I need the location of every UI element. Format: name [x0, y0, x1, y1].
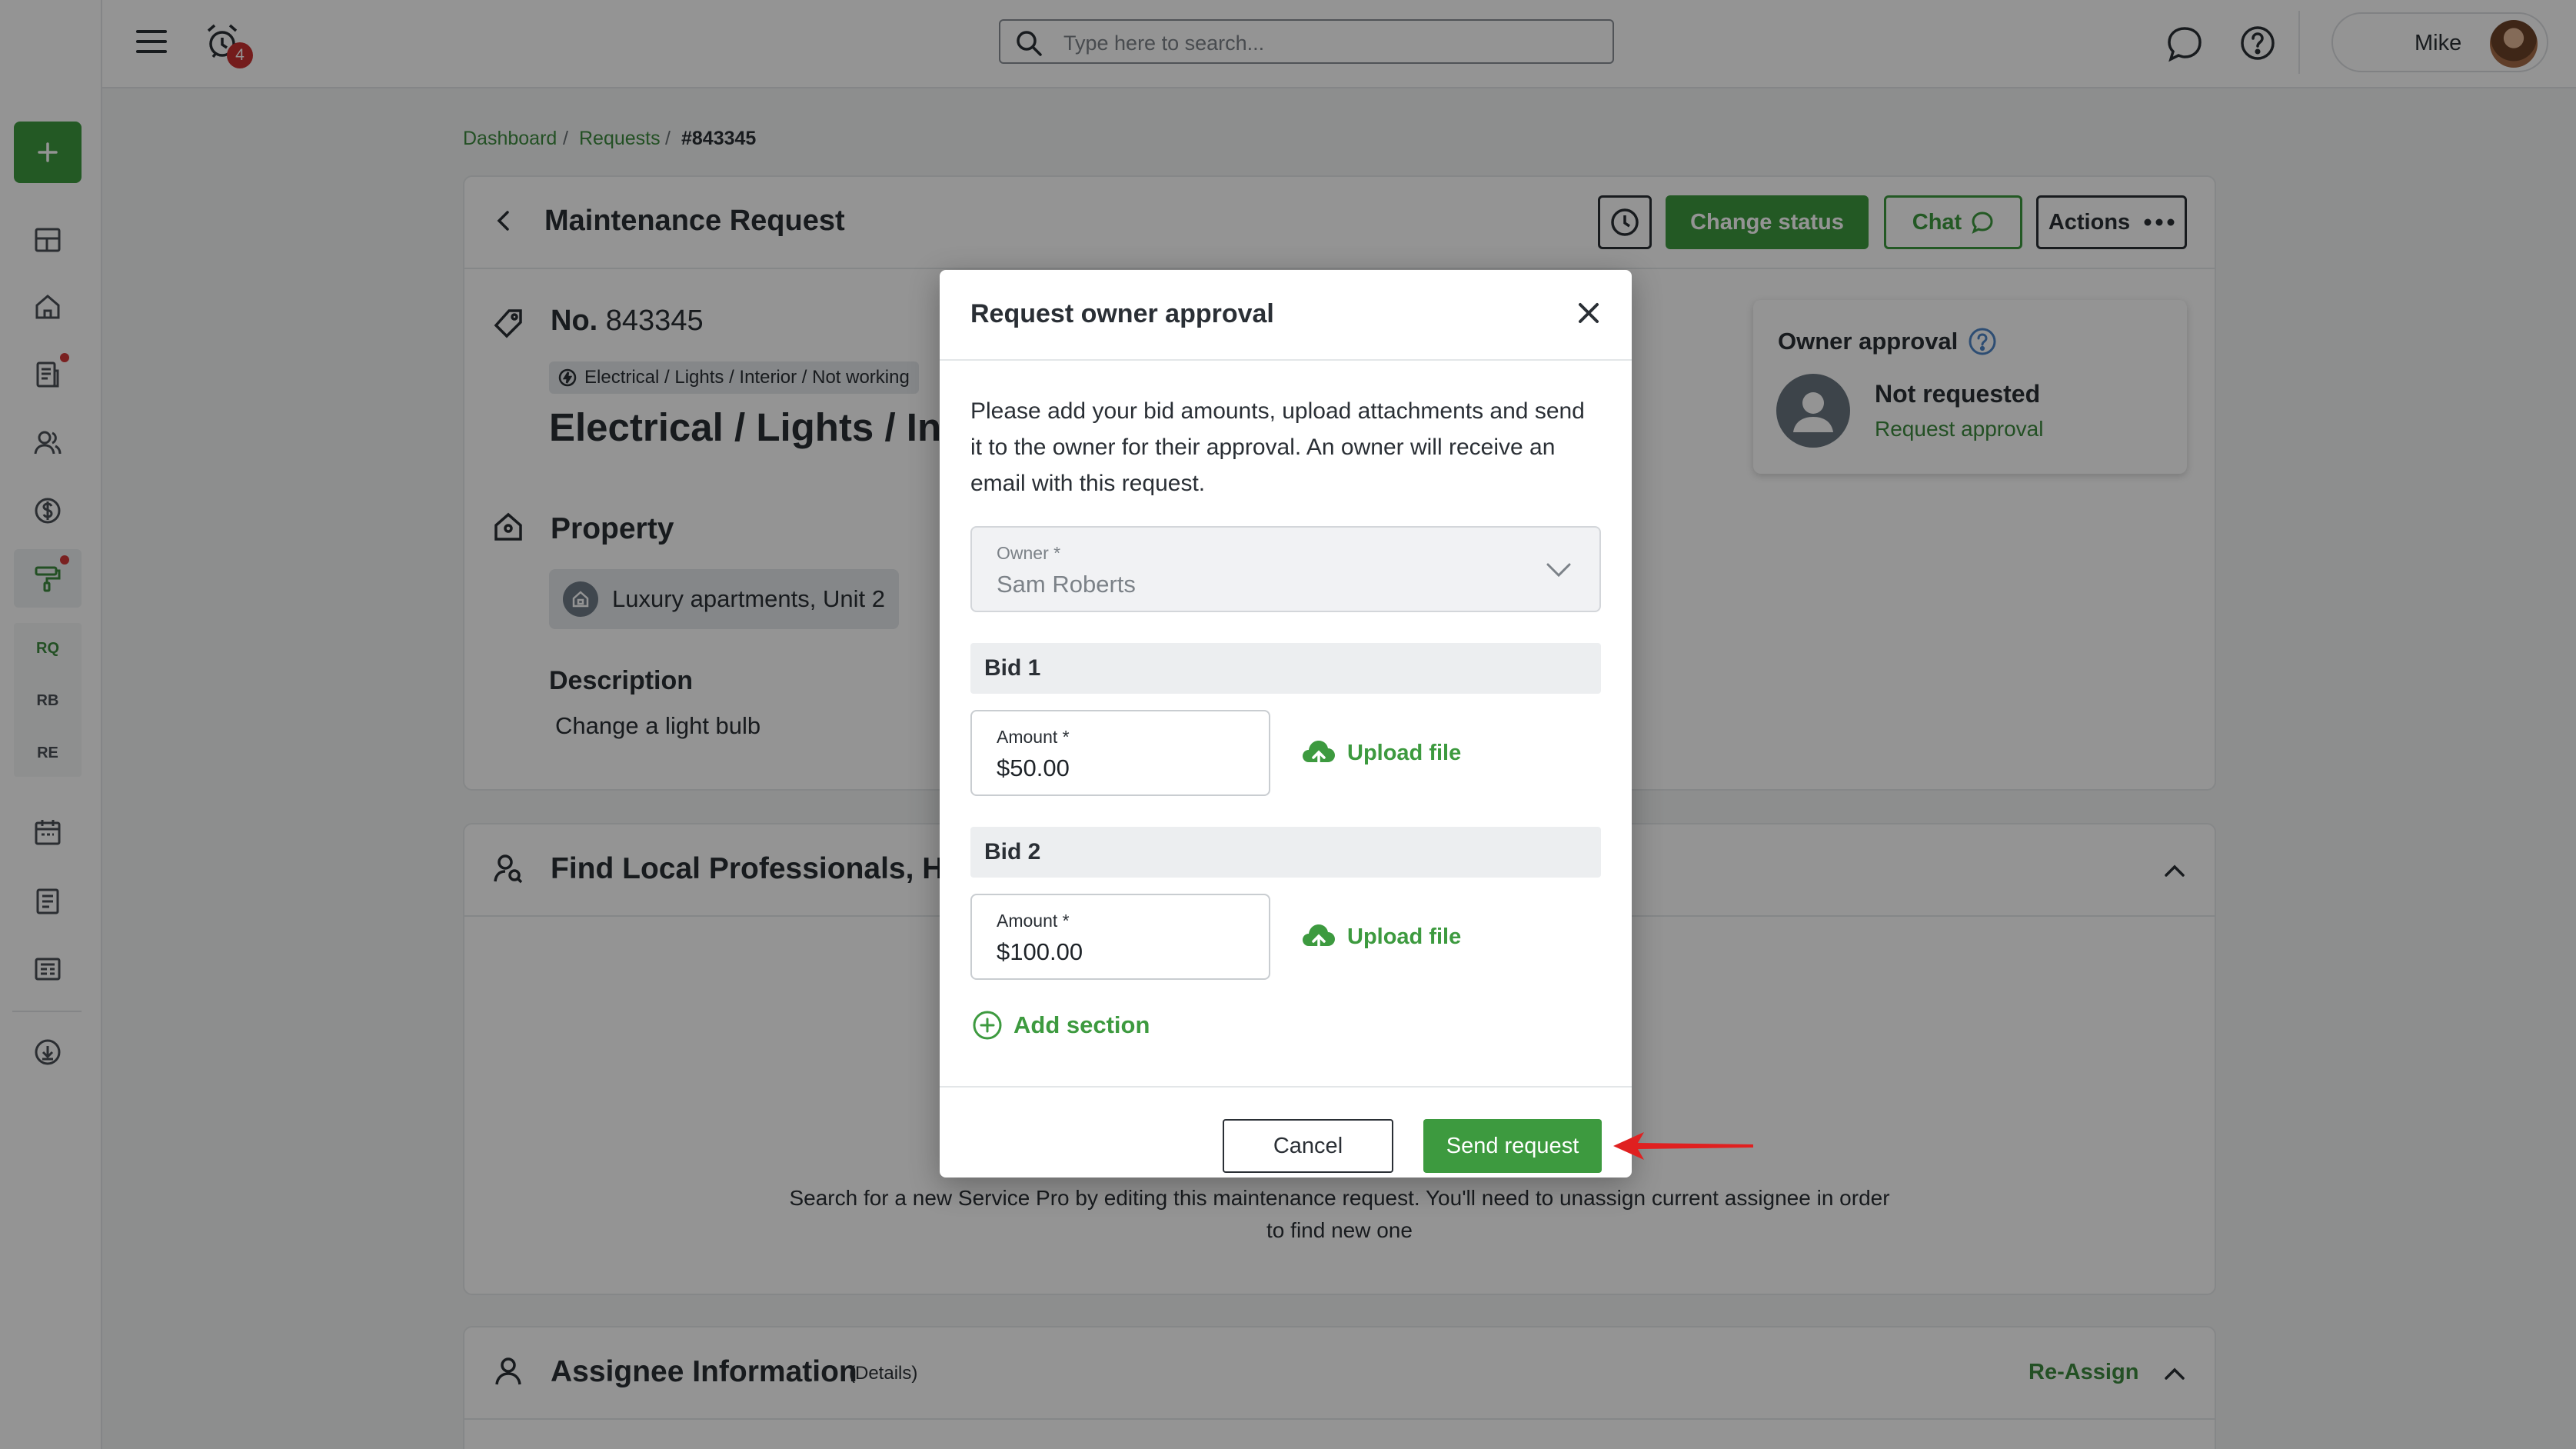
bid-2-title: Bid 2 — [984, 839, 1041, 864]
upload-cloud-icon — [1303, 924, 1335, 952]
bid-2-header: Bid 2 — [970, 827, 1601, 878]
bid-2-amount-label: Amount * — [997, 911, 1070, 931]
annotation-arrow — [1610, 1129, 1756, 1163]
bid-1-header: Bid 1 — [970, 643, 1601, 694]
bid-1-upload-label: Upload file — [1347, 740, 1462, 765]
send-request-button[interactable]: Send request — [1423, 1119, 1602, 1173]
cancel-button[interactable]: Cancel — [1223, 1119, 1393, 1173]
bid-1-title: Bid 1 — [984, 655, 1041, 681]
modal-footer-divider — [940, 1086, 1632, 1088]
bid-2-amount-field[interactable]: Amount * $100.00 — [970, 894, 1270, 980]
add-circle-icon — [973, 1011, 1002, 1040]
add-section-label: Add section — [1013, 1011, 1150, 1038]
add-section-button[interactable]: Add section — [972, 1010, 1150, 1041]
bid-1-amount-value[interactable]: $50.00 — [997, 754, 1070, 782]
owner-select[interactable]: Owner * Sam Roberts — [970, 526, 1601, 612]
bid-1-upload-file[interactable]: Upload file — [1301, 738, 1461, 768]
close-icon[interactable] — [1576, 301, 1601, 325]
modal-header-divider — [940, 359, 1632, 361]
owner-select-value: Sam Roberts — [997, 571, 1136, 598]
upload-cloud-icon — [1303, 741, 1335, 768]
request-owner-approval-modal: Request owner approval Please add your b… — [940, 270, 1632, 1178]
modal-title: Request owner approval — [970, 299, 1274, 328]
bid-1-amount-field[interactable]: Amount * $50.00 — [970, 710, 1270, 796]
bid-2-amount-value[interactable]: $100.00 — [997, 938, 1083, 966]
modal-description: Please add your bid amounts, upload atta… — [970, 398, 1585, 496]
owner-select-label: Owner * — [997, 543, 1061, 563]
bid-2-upload-label: Upload file — [1347, 924, 1462, 949]
bid-2-upload-file[interactable]: Upload file — [1301, 921, 1461, 952]
bid-1-amount-label: Amount * — [997, 727, 1070, 747]
chevron-down-icon — [1544, 555, 1573, 585]
